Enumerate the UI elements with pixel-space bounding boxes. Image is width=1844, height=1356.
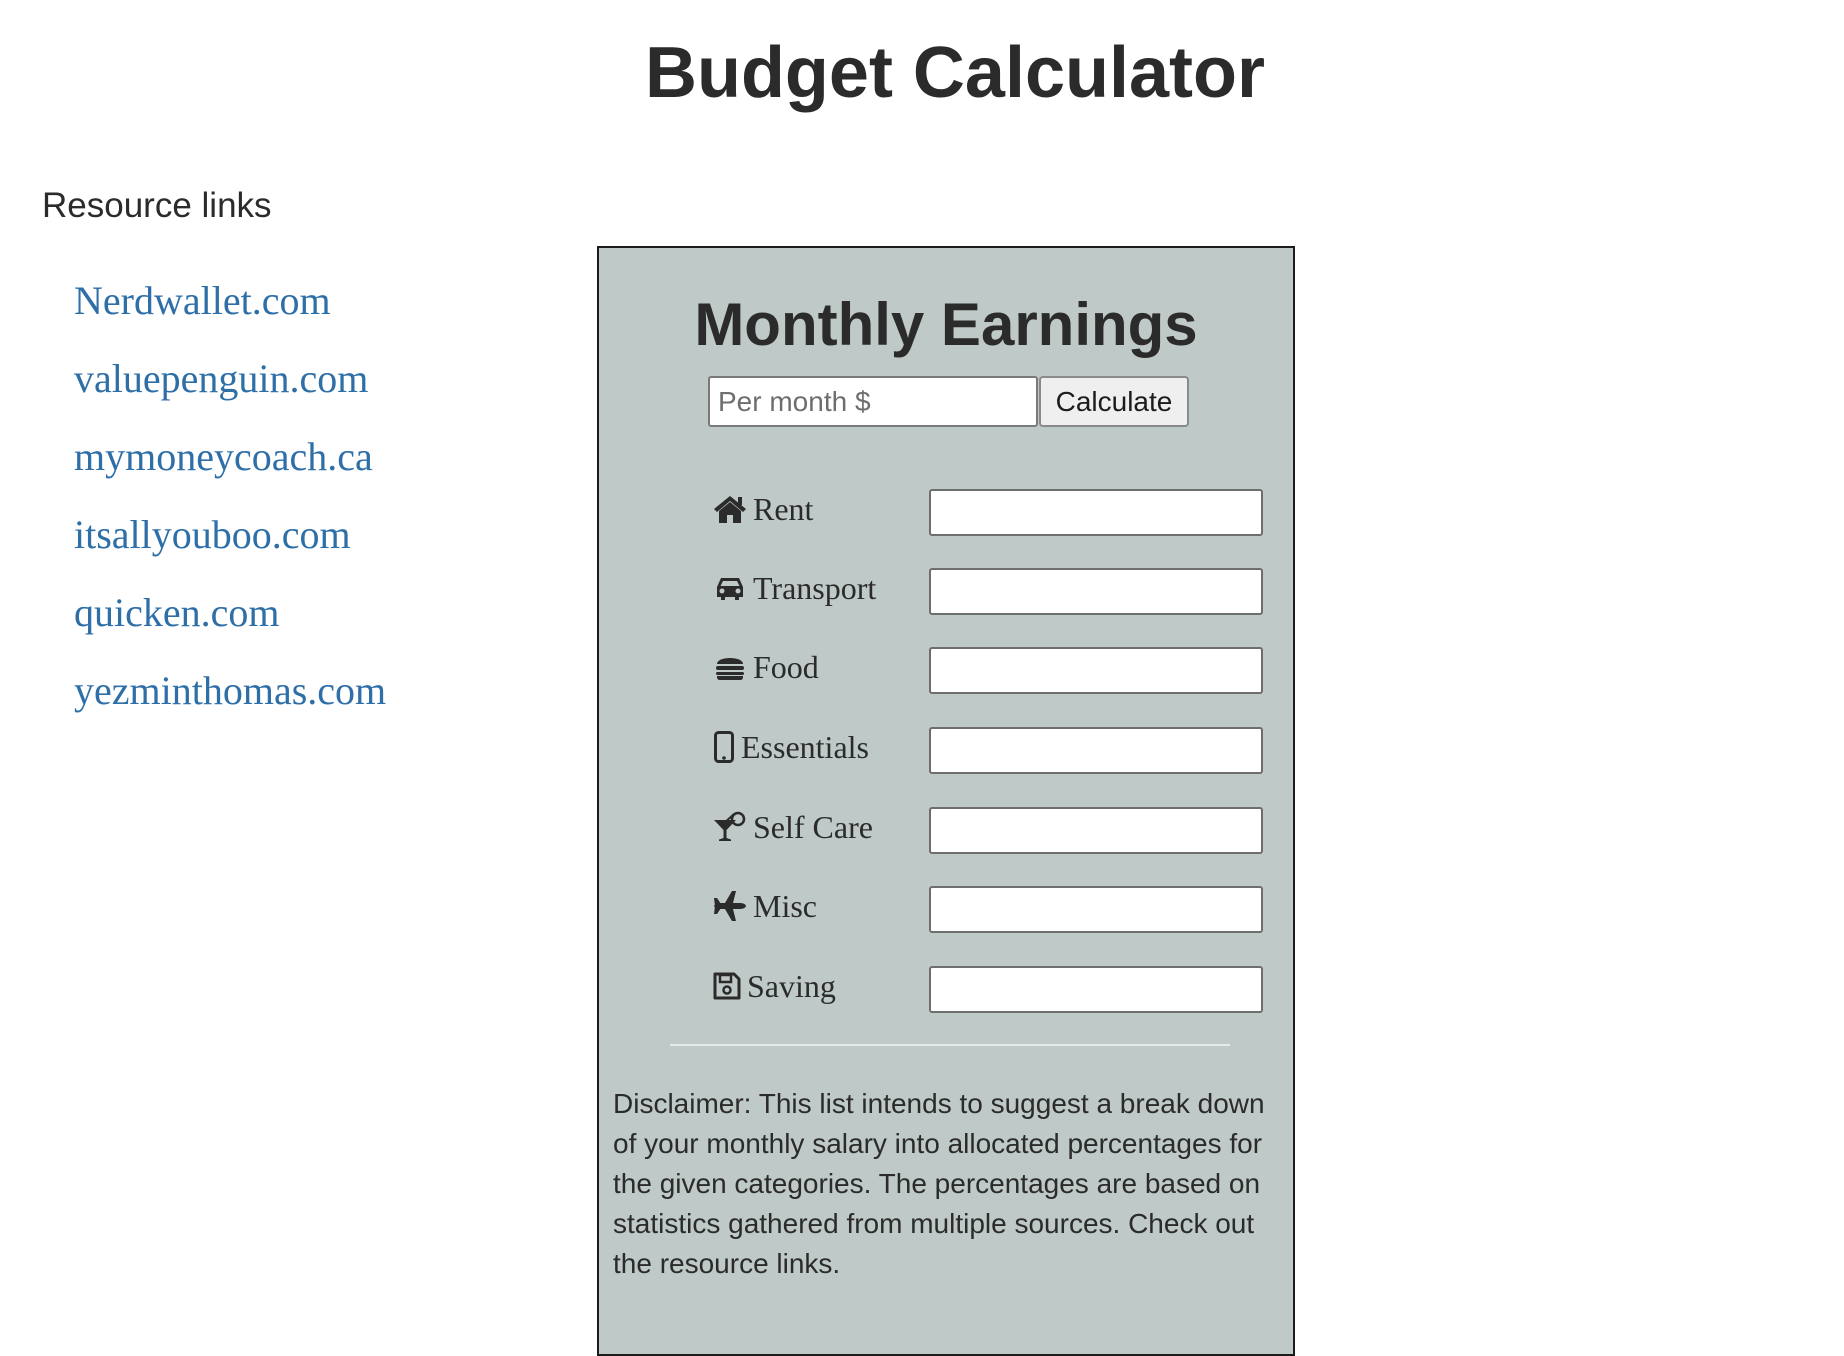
page-title: Budget Calculator bbox=[644, 33, 1266, 113]
essentials-input[interactable] bbox=[929, 727, 1263, 774]
transport-input[interactable] bbox=[929, 568, 1263, 615]
category-row-saving: Saving bbox=[712, 962, 1272, 1013]
monthly-earnings-input[interactable] bbox=[708, 376, 1038, 427]
list-item: quicken.com bbox=[74, 588, 386, 666]
category-row-transport: Transport bbox=[712, 564, 1272, 615]
cocktail-icon bbox=[712, 809, 748, 845]
rent-input[interactable] bbox=[929, 489, 1263, 536]
home-icon bbox=[712, 491, 748, 527]
resource-links-heading: Resource links bbox=[42, 186, 272, 225]
category-label-rent: Rent bbox=[712, 485, 813, 533]
category-row-rent: Rent bbox=[712, 485, 1272, 536]
category-label-text: Saving bbox=[747, 967, 836, 1004]
self-care-input[interactable] bbox=[929, 807, 1263, 854]
misc-input[interactable] bbox=[929, 886, 1263, 933]
category-row-essentials: Essentials bbox=[712, 723, 1272, 774]
list-item: mymoneycoach.ca bbox=[74, 432, 386, 510]
saving-input[interactable] bbox=[929, 966, 1263, 1013]
category-label-text: Misc bbox=[753, 887, 817, 924]
category-label-text: Self Care bbox=[753, 808, 873, 845]
category-row-food: Food bbox=[712, 643, 1272, 694]
resource-links-list: Nerdwallet.com valuepenguin.com mymoneyc… bbox=[74, 276, 386, 744]
monthly-earnings-title: Monthly Earnings bbox=[694, 291, 1198, 358]
disclaimer-text: Disclaimer: This list intends to suggest… bbox=[613, 1088, 1265, 1279]
divider bbox=[670, 1044, 1230, 1046]
budget-card: Monthly Earnings Calculate Rent bbox=[597, 246, 1295, 1356]
airplane-icon bbox=[712, 888, 748, 924]
calculate-button[interactable]: Calculate bbox=[1039, 376, 1189, 427]
list-item: Nerdwallet.com bbox=[74, 276, 386, 354]
category-row-misc: Misc bbox=[712, 882, 1272, 933]
category-label-saving: Saving bbox=[712, 962, 836, 1010]
mobile-phone-icon bbox=[712, 729, 736, 765]
floppy-disk-icon bbox=[712, 968, 742, 1004]
resource-link-itsallyouboo[interactable]: itsallyouboo.com bbox=[74, 512, 351, 557]
category-label-text: Rent bbox=[753, 490, 814, 527]
category-label-misc: Misc bbox=[712, 882, 817, 930]
category-label-self-care: Self Care bbox=[712, 803, 873, 851]
resource-link-quicken[interactable]: quicken.com bbox=[74, 590, 280, 635]
list-item: yezminthomas.com bbox=[74, 666, 386, 744]
food-input[interactable] bbox=[929, 647, 1263, 694]
hamburger-icon bbox=[712, 649, 748, 685]
list-item: valuepenguin.com bbox=[74, 354, 386, 432]
category-label-text: Food bbox=[753, 648, 819, 685]
list-item: itsallyouboo.com bbox=[74, 510, 386, 588]
resource-link-valuepenguin[interactable]: valuepenguin.com bbox=[74, 356, 368, 401]
resource-link-mymoneycoach[interactable]: mymoneycoach.ca bbox=[74, 434, 373, 479]
category-label-text: Essentials bbox=[741, 728, 869, 765]
category-label-food: Food bbox=[712, 643, 819, 691]
resource-link-nerdwallet[interactable]: Nerdwallet.com bbox=[74, 278, 331, 323]
car-icon bbox=[712, 570, 748, 606]
category-label-essentials: Essentials bbox=[712, 723, 869, 771]
category-label-text: Transport bbox=[753, 569, 877, 606]
category-row-self-care: Self Care bbox=[712, 803, 1272, 854]
category-label-transport: Transport bbox=[712, 564, 876, 612]
resource-link-yezminthomas[interactable]: yezminthomas.com bbox=[74, 668, 386, 713]
